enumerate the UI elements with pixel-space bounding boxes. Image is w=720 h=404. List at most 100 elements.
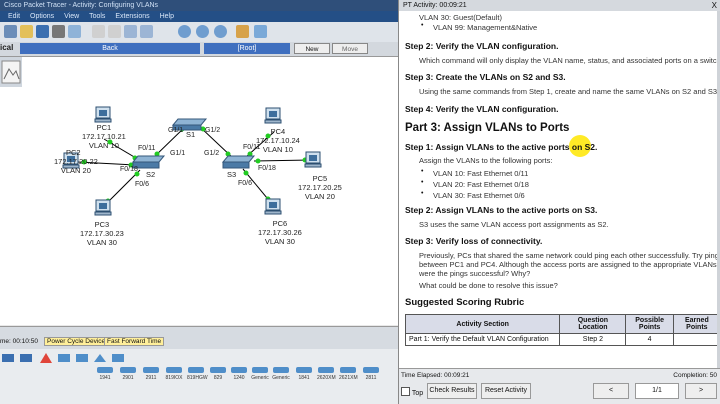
device-generic-1[interactable]: Generic (251, 367, 269, 381)
pc1-label: PC1 172.17.10.21 VLAN 10 (82, 123, 126, 150)
pc5-label: PC5 172.17.20.25 VLAN 20 (298, 174, 342, 201)
activity-title: PT Activity: 00:09:21 (403, 2, 467, 9)
pt-status-bar: me: 00:10:50 Power Cycle Devices Fast Fo… (0, 326, 398, 349)
save-icon[interactable] (36, 25, 49, 38)
switch-s3-icon[interactable] (221, 155, 256, 169)
pt-menu-bar: Edit Options View Tools Extensions Help (0, 11, 398, 22)
s2-port-g11: G1/1 (170, 150, 186, 157)
p3-step2-text: S3 uses the same VLAN access port assign… (419, 220, 609, 229)
check-results-button[interactable]: Check Results (427, 383, 477, 399)
custom-device-icon[interactable] (254, 25, 267, 38)
device-819iox[interactable]: 819IOX (165, 367, 183, 381)
logical-workspace[interactable]: PC1 172.17.10.21 VLAN 10 PC2 172.17.20.22 VL… (0, 57, 398, 325)
table-header: Possible Points (625, 314, 674, 334)
activity-wizard-icon[interactable] (68, 25, 81, 38)
top-checkbox[interactable]: Top (401, 387, 423, 397)
pc4-icon[interactable] (264, 107, 282, 124)
realtime-clock: me: 00:10:50 (0, 338, 38, 345)
table-cell: Part 1: Verify the Default VLAN Configur… (404, 333, 561, 346)
zoom-in-icon[interactable] (178, 25, 191, 38)
table-cell (672, 333, 720, 346)
pt-toolbar (0, 22, 398, 43)
activity-title-bar: PT Activity: 00:09:21 X (399, 0, 720, 11)
zoom-out-icon[interactable] (214, 25, 227, 38)
vlan99-line: VLAN 99: Management&Native (433, 23, 538, 32)
s1-label: S1 (186, 130, 196, 139)
step2-heading: Step 2: Verify the VLAN configuration. (405, 41, 559, 51)
menu-help[interactable]: Help (160, 11, 174, 22)
p3-step3-text-4: What could be done to resolve this issue… (419, 281, 558, 290)
menu-extensions[interactable]: Extensions (115, 11, 149, 22)
s2-port-f06: F0/6 (135, 181, 150, 188)
table-cell: Step 2 (559, 333, 627, 346)
security-category-icon (94, 354, 106, 362)
device-2621xm[interactable]: 2621XM (339, 367, 358, 381)
new-file-icon[interactable] (4, 25, 17, 38)
undo-icon[interactable] (124, 25, 137, 38)
close-icon[interactable]: X (712, 0, 717, 11)
print-icon[interactable] (52, 25, 65, 38)
power-cycle-devices-button[interactable]: Power Cycle Devices (44, 337, 112, 346)
copy-icon[interactable] (92, 25, 105, 38)
device-1240[interactable]: 1240 (230, 367, 248, 381)
device-1941[interactable]: 1941 (96, 367, 114, 381)
root-button[interactable]: [Root] (204, 43, 290, 54)
pc5-icon[interactable] (304, 151, 322, 168)
vlan20-assignment: VLAN 20: Fast Ethernet 0/18 (433, 180, 529, 189)
menu-edit[interactable]: Edit (8, 11, 20, 22)
pt-navigation-bar: ical Back [Root] New Cluster Move Object (0, 42, 398, 64)
open-folder-icon[interactable] (20, 25, 33, 38)
device-palette: 1941 2901 2911 819IOX 819HGW 829 1240 Ge… (0, 349, 398, 404)
back-button[interactable]: Back (20, 43, 200, 54)
menu-tools[interactable]: Tools (89, 11, 105, 22)
new-cluster-button[interactable]: New Cluster (294, 43, 330, 64)
device-2901[interactable]: 2901 (119, 367, 137, 381)
s3-port-f018: F0/18 (258, 165, 276, 172)
redo-icon[interactable] (140, 25, 153, 38)
zoom-reset-icon[interactable] (196, 25, 209, 38)
paste-icon[interactable] (108, 25, 121, 38)
reset-activity-button[interactable]: Reset Activity (481, 383, 531, 399)
logical-tab[interactable]: ical (0, 43, 13, 52)
s1-port-g12: G1/2 (205, 127, 221, 134)
s2-port-f018: F0/18 (120, 166, 138, 173)
menu-options[interactable]: Options (30, 11, 54, 22)
device-2811[interactable]: 2811 (362, 367, 380, 381)
pc3-icon[interactable] (94, 199, 112, 216)
pc1-icon[interactable] (94, 106, 112, 123)
hubs-category-icon (58, 354, 70, 362)
previous-page-button[interactable]: < (593, 383, 629, 399)
table-header: Activity Section (404, 314, 561, 334)
pt-title-bar: Cisco Packet Tracer - Activity: Configur… (0, 0, 398, 11)
device-1841[interactable]: 1841 (295, 367, 313, 381)
s2-port-f011: F0/11 (138, 145, 156, 152)
scoring-rubric-table: Activity Section Question Location Possi… (404, 314, 720, 346)
p3-step3-text-1: Previously, PCs that shared the same net… (419, 251, 720, 260)
switches-category-icon (20, 354, 32, 362)
time-elapsed: Time Elapsed: 00:09:21 (401, 372, 470, 379)
vlan30-line: VLAN 30: Guest(Default) (419, 13, 502, 22)
device-819hgw[interactable]: 819HGW (187, 367, 208, 381)
next-page-button[interactable]: > (685, 383, 717, 399)
s3-port-f06: F0/6 (238, 180, 253, 187)
fast-forward-time-button[interactable]: Fast Forward Time (104, 337, 165, 346)
s3-port-g12: G1/2 (204, 150, 220, 157)
bullet-icon: • (421, 179, 424, 186)
packet-tracer-window: Cisco Packet Tracer - Activity: Configur… (0, 0, 398, 404)
device-2620xm[interactable]: 2620XM (317, 367, 336, 381)
device-2911[interactable]: 2911 (142, 367, 160, 381)
viewport-toggle[interactable] (0, 57, 22, 87)
bullet-icon: • (421, 168, 424, 175)
device-829[interactable]: 829 (209, 367, 227, 381)
move-object-button[interactable]: Move Object (332, 43, 368, 64)
pc6-icon[interactable] (264, 198, 282, 215)
s3-label: S3 (227, 170, 237, 179)
wan-emulation-category-icon (112, 354, 124, 362)
device-generic-2[interactable]: Generic (272, 367, 290, 381)
vlan30-assignment: VLAN 30: Fast Ethernet 0/6 (433, 191, 525, 200)
pc4-label: PC4 172.17.10.24 VLAN 10 (256, 127, 300, 154)
activity-instructions-window: PT Activity: 00:09:21 X VLAN 30: Guest(D… (398, 0, 720, 404)
menu-view[interactable]: View (64, 11, 79, 22)
step2-text: Which command will only display the VLAN… (419, 56, 720, 65)
palette-icon[interactable] (236, 25, 249, 38)
